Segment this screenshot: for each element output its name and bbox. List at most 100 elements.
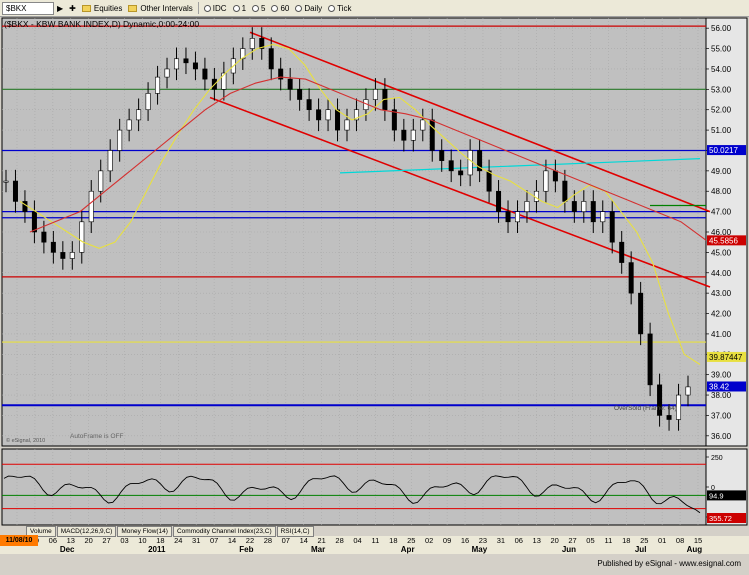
x-tick-label: 13 xyxy=(533,536,541,545)
chart-toolbar: $BKX ▶ ✚ Equities Other Intervals IDC 1 … xyxy=(0,0,749,17)
interval-1[interactable]: 1 xyxy=(230,1,249,15)
interval-daily[interactable]: Daily xyxy=(292,1,325,15)
candle-body xyxy=(429,119,435,151)
y-tick-label: 42.00 xyxy=(711,310,732,319)
candle-body xyxy=(666,415,672,420)
candle-body xyxy=(410,129,416,141)
x-tick-label: 25 xyxy=(640,536,648,545)
x-tick-label: 08 xyxy=(676,536,684,545)
y-tick-label: 41.00 xyxy=(711,330,732,339)
candle-body xyxy=(174,58,180,70)
interval-tick[interactable]: Tick xyxy=(325,1,354,15)
y-tick-label: 45.00 xyxy=(711,248,732,257)
candle-body xyxy=(3,180,9,183)
candle-body xyxy=(685,386,691,396)
radio-icon xyxy=(232,4,240,12)
x-tick-label: 04 xyxy=(353,536,361,545)
separator xyxy=(197,2,199,14)
x-tick-label: 20 xyxy=(550,536,558,545)
price-label-text: 50.0217 xyxy=(709,146,738,155)
candle-body xyxy=(50,241,56,253)
equities-menu[interactable]: Equities xyxy=(79,1,125,15)
x-tick-label: 22 xyxy=(246,536,254,545)
candle-body xyxy=(486,170,492,192)
cursor-date-box: 11/08/10 xyxy=(0,535,38,546)
candle-body xyxy=(344,119,350,131)
month-label: Jun xyxy=(562,545,576,554)
tab-cci[interactable]: Commodity Channel Index(23,C) xyxy=(172,526,276,537)
candle-body xyxy=(619,241,625,263)
price-label-text: 39.87447 xyxy=(709,353,743,362)
candle-body xyxy=(372,89,378,100)
candle-body xyxy=(297,89,303,100)
interval-label: Tick xyxy=(337,3,352,13)
x-tick-label: 01 xyxy=(658,536,666,545)
candle-body xyxy=(571,201,577,212)
x-tick-label: 15 xyxy=(694,536,702,545)
x-tick-label: 27 xyxy=(568,536,576,545)
interval-60[interactable]: 60 xyxy=(268,1,292,15)
x-tick-label: 28 xyxy=(335,536,343,545)
interval-5[interactable]: 5 xyxy=(249,1,268,15)
x-tick-label: 06 xyxy=(49,536,57,545)
study-tabs: Volume MACD(12,26,9,C) Money Flow(14) Co… xyxy=(26,526,315,537)
candle-body xyxy=(562,180,568,202)
x-tick-label: 14 xyxy=(228,536,236,545)
candle-body xyxy=(505,211,511,223)
interval-label: 1 xyxy=(241,3,247,13)
interval-label: IDC xyxy=(212,3,227,13)
y-tick-label: 36.00 xyxy=(711,432,732,441)
candle-body xyxy=(164,68,170,78)
other-intervals-menu[interactable]: Other Intervals xyxy=(125,1,195,15)
y-tick-label: 43.00 xyxy=(711,289,732,298)
month-label: Mar xyxy=(311,545,325,554)
x-tick-label: 20 xyxy=(85,536,93,545)
candle-body xyxy=(126,119,132,131)
x-tick-label: 03 xyxy=(120,536,128,545)
x-tick-label: 09 xyxy=(443,536,451,545)
symbol-field[interactable]: $BKX xyxy=(2,1,54,15)
indicator-value-text: 355.72 xyxy=(709,514,732,523)
crosshair-icon[interactable]: ✚ xyxy=(66,1,79,15)
y-tick-label: 39.00 xyxy=(711,371,732,380)
cursor-icon[interactable]: ▶ xyxy=(54,1,66,15)
x-tick-label: 11 xyxy=(604,536,612,545)
x-tick-label: 18 xyxy=(156,536,164,545)
candle-body xyxy=(439,150,445,161)
autoframe-annotation: AutoFrame is OFF xyxy=(70,433,123,440)
candle-body xyxy=(401,129,407,141)
x-tick-label: 07 xyxy=(210,536,218,545)
month-label: Feb xyxy=(239,545,253,554)
symbol-text: $BKX xyxy=(6,3,27,13)
y-tick-label: 51.00 xyxy=(711,126,732,135)
tab-money-flow[interactable]: Money Flow(14) xyxy=(117,526,172,537)
candle-body xyxy=(98,170,104,192)
month-label: 2011 xyxy=(148,545,166,554)
candle-body xyxy=(496,190,502,212)
price-label-text: 38.42 xyxy=(709,382,730,391)
candle-body xyxy=(524,201,530,212)
candle-body xyxy=(552,170,558,182)
y-tick-label: 37.00 xyxy=(711,411,732,420)
candle-body xyxy=(335,109,341,131)
tab-rsi[interactable]: RSI(14,C) xyxy=(276,526,314,537)
x-tick-label: 10 xyxy=(138,536,146,545)
candle-body xyxy=(514,211,520,223)
x-tick-label: 31 xyxy=(497,536,505,545)
price-chart[interactable]: 2229061320270310182431071422280714212804… xyxy=(0,17,749,570)
month-label: Jul xyxy=(635,545,647,554)
candle-body xyxy=(316,109,322,121)
folder-icon xyxy=(81,4,91,12)
candle-body xyxy=(41,231,47,243)
x-tick-label: 13 xyxy=(67,536,75,545)
candle-body xyxy=(69,252,75,259)
tab-macd[interactable]: MACD(12,26,9,C) xyxy=(56,526,117,537)
candle-body xyxy=(60,252,66,259)
candle-body xyxy=(249,38,255,49)
chart-area[interactable]: 2229061320270310182431071422280714212804… xyxy=(0,17,749,570)
x-tick-label: 27 xyxy=(102,536,110,545)
interval-idc[interactable]: IDC xyxy=(201,1,230,15)
candle-body xyxy=(136,109,142,121)
y-tick-label: 56.00 xyxy=(711,24,732,33)
indicator-tick-label: 250 xyxy=(711,455,723,462)
